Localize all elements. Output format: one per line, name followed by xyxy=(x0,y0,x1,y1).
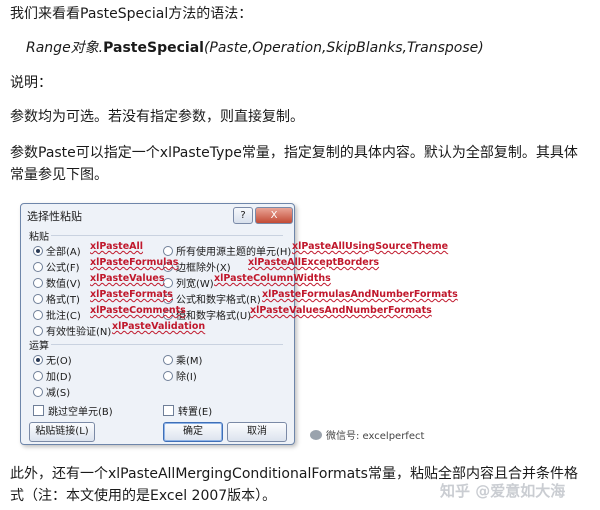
zhihu-watermark: 知乎 @爱意如大海 xyxy=(440,482,566,500)
paste-divider xyxy=(51,235,283,236)
paste-all-radio[interactable]: 全部(A) xyxy=(33,243,81,258)
paste-values-radio[interactable]: 数值(V) xyxy=(33,275,81,290)
intro-text: 我们来看看PasteSpecial方法的语法： xyxy=(10,6,253,22)
skip-blanks-checkbox[interactable]: 跳过空单元(B) xyxy=(33,403,113,418)
op-none-radio[interactable]: 无(O) xyxy=(33,352,72,367)
radio-icon xyxy=(33,309,43,320)
radio-icon xyxy=(33,293,43,304)
help-button[interactable]: ? xyxy=(233,207,253,224)
annotation-column-widths: xlPasteColumnWidths xyxy=(214,273,331,284)
shuoming-label: 说明： xyxy=(10,75,52,91)
transpose-checkbox[interactable]: 转置(E) xyxy=(163,403,212,418)
ok-button[interactable]: 确定 xyxy=(163,422,223,442)
radio-icon xyxy=(163,245,173,256)
paste-source-theme-radio[interactable]: 所有使用源主题的单元(H) xyxy=(163,243,291,258)
paste-link-button[interactable]: 粘贴链接(L) xyxy=(29,422,95,442)
checkbox-icon xyxy=(163,405,174,416)
op-subtract-radio[interactable]: 减(S) xyxy=(33,384,70,399)
annotation-xlpastevalues: xlPasteValues xyxy=(90,273,165,284)
radio-icon xyxy=(33,245,43,256)
annotation-xlpasteformats: xlPasteFormats xyxy=(90,289,173,300)
operation-group-label: 运算 xyxy=(29,341,49,352)
syntax-line: Range对象.PasteSpecial(Paste,Operation,Ski… xyxy=(26,37,484,57)
annotation-xlpasteall: xlPasteAll xyxy=(90,241,144,252)
dialog-title: 选择性粘贴 xyxy=(27,210,82,223)
annotation-formulas-numformats: xlPasteFormulasAndNumberFormats xyxy=(262,289,458,300)
syntax-method: PasteSpecial xyxy=(103,40,204,56)
radio-icon xyxy=(33,325,43,336)
wechat-icon xyxy=(310,429,322,440)
radio-icon xyxy=(163,354,173,365)
op-add-radio[interactable]: 加(D) xyxy=(33,368,72,383)
paste-formats-radio[interactable]: 格式(T) xyxy=(33,291,80,306)
paste-column-widths-radio[interactable]: 列宽(W) xyxy=(163,275,214,290)
radio-icon xyxy=(33,354,43,365)
paste-formulas-radio[interactable]: 公式(F) xyxy=(33,259,80,274)
radio-icon xyxy=(33,261,43,272)
syntax-params: (Paste,Operation,SkipBlanks,Transpose) xyxy=(203,40,484,56)
radio-icon xyxy=(33,370,43,381)
annotation-xlpastevalidation: xlPasteValidation xyxy=(112,321,206,332)
annotation-xlpasteformulas: xlPasteFormulas xyxy=(90,257,179,268)
op-multiply-radio[interactable]: 乘(M) xyxy=(163,352,202,367)
close-button[interactable]: X xyxy=(255,207,293,224)
checkbox-icon xyxy=(33,405,44,416)
cancel-button[interactable]: 取消 xyxy=(227,422,287,442)
annotation-values-numformats: xlPasteValuesAndNumberFormats xyxy=(250,305,432,316)
wechat-watermark: 微信号: excelperfect xyxy=(310,427,424,442)
paste-comments-radio[interactable]: 批注(C) xyxy=(33,307,81,322)
radio-icon xyxy=(163,370,173,381)
radio-icon xyxy=(33,277,43,288)
radio-icon xyxy=(33,386,43,397)
paste-validation-radio[interactable]: 有效性验证(N) xyxy=(33,323,111,338)
annotation-xlpastecomments: xlPasteComments xyxy=(90,305,186,316)
para-2: 参数Paste可以指定一个xlPasteType常量，指定复制的具体内容。默认为… xyxy=(10,145,578,183)
paste-formulas-numformats-radio[interactable]: 公式和数字格式(R) xyxy=(163,291,261,306)
annotation-source-theme: xlPasteAllUsingSourceTheme xyxy=(292,241,449,252)
syntax-prefix: Range对象. xyxy=(26,40,104,56)
para-1: 参数均为可选。若没有指定参数，则直接复制。 xyxy=(10,109,304,125)
paste-group-label: 粘贴 xyxy=(29,232,49,243)
op-divide-radio[interactable]: 除(I) xyxy=(163,368,197,383)
annotation-except-borders: xlPasteAllExceptBorders xyxy=(248,257,380,268)
operation-divider xyxy=(51,344,283,345)
